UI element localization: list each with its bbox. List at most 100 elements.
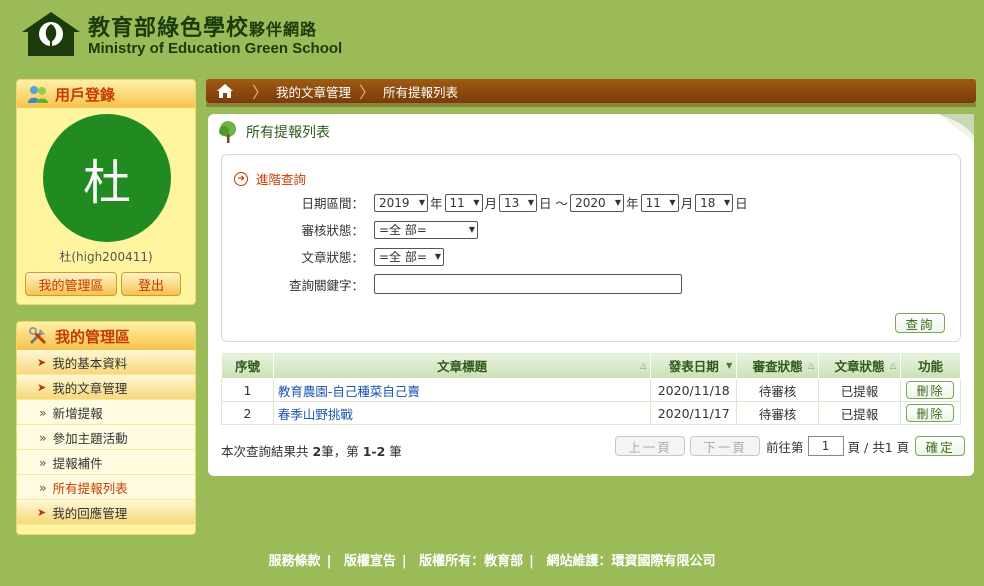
breadcrumb-separator: 〉 [359, 83, 376, 102]
delete-button[interactable]: 刪除 [906, 404, 955, 422]
prev-page-button[interactable]: 上一頁 [615, 436, 685, 456]
confirm-button[interactable]: 確定 [915, 436, 966, 456]
date-range-label: 日期區間： [301, 196, 364, 211]
home-icon[interactable] [206, 79, 244, 103]
col-header-status[interactable]: 文章狀態 △ [818, 352, 901, 379]
avatar: 杜 [43, 114, 171, 242]
site-header: 教育部綠色學校夥伴網路 Ministry of Education Green … [0, 0, 984, 72]
to-year-select[interactable]: 2020 ▼ [570, 193, 625, 212]
sort-icon[interactable]: △ [808, 361, 814, 370]
sort-desc-icon[interactable]: ▼ [726, 361, 732, 370]
main-content: 所有提報列表 ➜ 進階查詢 日期區間： 2019 ▼ 年 11 ▼ 月 13 ▼ 日 … [208, 114, 974, 476]
arrow-right-icon: ➤ [37, 380, 47, 394]
chevron-down-icon: ▼ [527, 198, 535, 207]
search-button[interactable]: 查詢 [895, 313, 945, 333]
menu-item-response-management[interactable]: ➤ 我的回應管理 [17, 500, 195, 525]
pagination: 上一頁 下一頁 前往第 1 頁 / 共1 頁 確定 [615, 436, 966, 456]
from-day-select[interactable]: 13 ▼ [499, 193, 538, 212]
table-row: 2 春季山野挑戰 2020/11/17 待審核 已提報 刪除 [221, 401, 962, 425]
menu-item-new-report[interactable]: » 新增提報 [17, 400, 195, 425]
col-header-review[interactable]: 審查狀態 △ [736, 352, 820, 379]
review-status-label: 審核狀態： [301, 223, 364, 238]
menu-item-supplement[interactable]: » 提報補件 [17, 450, 195, 475]
management-panel-title: 我的管理區 [55, 327, 131, 346]
chevron-right-icon: » [39, 429, 47, 445]
from-month-select[interactable]: 11 ▼ [444, 193, 483, 212]
chevron-right-icon: » [39, 479, 47, 495]
my-management-button[interactable]: 我的管理區 [25, 272, 117, 296]
footer-link-terms[interactable]: 服務條款 [269, 554, 321, 569]
chevron-down-icon: ▼ [614, 198, 622, 207]
chevron-down-icon: ▼ [434, 252, 441, 261]
to-month-select[interactable]: 11 ▼ [640, 193, 679, 212]
menu-item-all-reports[interactable]: » 所有提報列表 [17, 475, 195, 500]
article-title-link[interactable]: 教育農園-自己種菜自己賣 [272, 378, 652, 402]
menu-item-article-management[interactable]: ➤ 我的文章管理 [17, 375, 195, 400]
arrow-right-icon: ➤ [37, 505, 47, 519]
reports-table: 序號 文章標題 △ 發表日期 ▼ 審查狀態 △ 文章狀態 △ 功能 1 教育農園-自己種… [221, 352, 962, 425]
col-header-date[interactable]: 發表日期 ▼ [650, 352, 738, 379]
col-header-title[interactable]: 文章標題 △ [272, 352, 652, 379]
sort-icon[interactable]: △ [640, 361, 646, 370]
date-range-row: 日期區間： 2019 ▼ 年 11 ▼ 月 13 ▼ 日 ～ 2020 ▼ 年 11 ▼ … [222, 193, 750, 212]
article-status-row: 文章狀態： =全 部= ▼ [222, 247, 444, 266]
footer-link-copyright[interactable]: 版權宣告 [344, 554, 396, 569]
footer: 服務條款 | 版權宣告 | 版權所有：教育部 | 網站維護：環資國際有限公司 [268, 554, 716, 569]
review-status-select[interactable]: =全 部= ▼ [374, 220, 478, 239]
chevron-down-icon: ▼ [418, 198, 425, 207]
username: 杜(high200411) [59, 250, 153, 264]
chevron-down-icon: ▼ [669, 198, 676, 207]
keyword-input[interactable] [374, 274, 682, 294]
breadcrumb-shadow [206, 103, 976, 107]
from-year-select[interactable]: 2019 ▼ [374, 193, 428, 212]
site-title: 教育部綠色學校夥伴網路 [88, 16, 318, 41]
users-icon [27, 84, 49, 104]
arrow-circle-icon: ➜ [234, 171, 248, 186]
footer-maintainer: 網站維護：環資國際有限公司 [546, 554, 716, 569]
article-status-label: 文章狀態： [301, 250, 364, 265]
chevron-right-icon: » [39, 454, 47, 470]
menu-item-profile[interactable]: ➤ 我的基本資料 [17, 350, 195, 375]
chevron-down-icon: ▼ [468, 225, 475, 234]
login-panel: 用戶登錄 杜 杜(high200411) 我的管理區 登出 [16, 79, 196, 305]
green-school-logo-icon[interactable] [20, 10, 82, 58]
chevron-down-icon: ▼ [473, 198, 480, 207]
sort-icon[interactable]: △ [890, 361, 896, 370]
login-panel-title: 用戶登錄 [55, 85, 116, 104]
advanced-search-toggle[interactable]: ➜ 進階查詢 [234, 169, 306, 188]
advanced-search-box: ➜ 進階查詢 日期區間： 2019 ▼ 年 11 ▼ 月 13 ▼ 日 ～ 2020 ▼… [221, 154, 961, 342]
total-pages: / 共1 頁 [864, 439, 910, 455]
tree-icon [219, 121, 236, 143]
management-panel-header: 我的管理區 [17, 322, 195, 350]
login-panel-header: 用戶登錄 [17, 80, 195, 108]
logout-button[interactable]: 登出 [121, 272, 181, 296]
page-number-input[interactable]: 1 [807, 436, 844, 456]
result-summary: 本次查詢結果共 2筆，第 1-2 筆 [221, 444, 402, 459]
table-row: 1 教育農園-自己種菜自己賣 2020/11/18 待審核 已提報 刪除 [221, 378, 962, 402]
col-header-action: 功能 [899, 352, 962, 379]
article-title-link[interactable]: 春季山野挑戰 [272, 401, 652, 425]
breadcrumb-item-all-reports: 所有提報列表 [383, 84, 459, 100]
breadcrumb-separator: 〉 [252, 83, 269, 102]
breadcrumb: 〉 我的文章管理 〉 所有提報列表 [206, 79, 976, 103]
goto-prefix: 前往第 [766, 439, 804, 455]
to-day-select[interactable]: 18 ▼ [695, 193, 734, 212]
goto-suffix: 頁 [847, 439, 861, 455]
arrow-right-icon: ➤ [37, 355, 47, 369]
table-header-row: 序號 文章標題 △ 發表日期 ▼ 審查狀態 △ 文章狀態 △ 功能 [221, 352, 962, 379]
footer-owner: 版權所有：教育部 [419, 554, 524, 569]
management-panel: 我的管理區 ➤ 我的基本資料 ➤ 我的文章管理 » 新增提報 » 參加主題活動 » 提報補… [16, 321, 196, 535]
chevron-down-icon: ▼ [723, 198, 731, 207]
keyword-row: 查詢關鍵字： [222, 274, 682, 294]
article-status-select[interactable]: =全 部= ▼ [374, 247, 444, 266]
review-status-row: 審核狀態： =全 部= ▼ [222, 220, 478, 239]
delete-button[interactable]: 刪除 [906, 381, 955, 399]
col-header-no: 序號 [221, 352, 274, 379]
chevron-right-icon: » [39, 404, 47, 420]
next-page-button[interactable]: 下一頁 [690, 436, 760, 456]
breadcrumb-item-article-management[interactable]: 我的文章管理 [276, 82, 351, 101]
site-title-en: Ministry of Education Green School [88, 40, 343, 57]
page-title: 所有提報列表 [216, 120, 330, 144]
page-curl-icon [938, 114, 974, 142]
menu-item-theme-activity[interactable]: » 參加主題活動 [17, 425, 195, 450]
